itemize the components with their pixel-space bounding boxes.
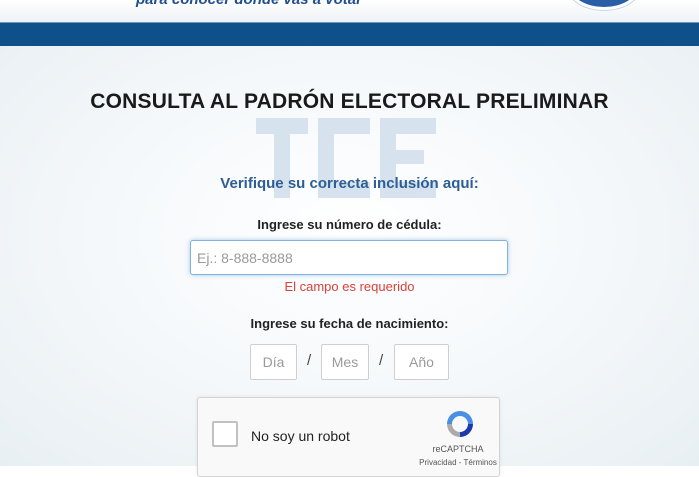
recaptcha-logo-icon bbox=[447, 411, 473, 437]
recaptcha-checkbox[interactable] bbox=[212, 421, 238, 447]
recaptcha-brand: reCAPTCHA bbox=[432, 444, 484, 454]
logo-icon bbox=[568, 0, 640, 10]
header-band bbox=[0, 22, 699, 47]
recaptcha-widget: No soy un robot reCAPTCHA Privacidad - T… bbox=[197, 397, 500, 477]
form-subtitle: Verifique su correcta inclusión aquí: bbox=[220, 175, 479, 192]
cedula-input[interactable] bbox=[190, 240, 508, 275]
year-input[interactable] bbox=[394, 344, 449, 380]
month-input[interactable] bbox=[321, 344, 369, 380]
recaptcha-label: No soy un robot bbox=[251, 428, 350, 444]
birthdate-label: Ingrese su fecha de nacimiento: bbox=[250, 316, 449, 331]
site-header: para conocer dónde vas a votar bbox=[0, 0, 699, 22]
day-input[interactable] bbox=[250, 344, 297, 380]
date-separator: / bbox=[379, 352, 384, 369]
date-separator: / bbox=[307, 352, 312, 369]
cedula-error-message: El campo es requerido bbox=[284, 279, 415, 294]
header-tagline: para conocer dónde vas a votar bbox=[136, 0, 362, 8]
cedula-label: Ingrese su número de cédula: bbox=[257, 217, 442, 232]
page-title: CONSULTA AL PADRÓN ELECTORAL PRELIMINAR bbox=[90, 90, 609, 113]
